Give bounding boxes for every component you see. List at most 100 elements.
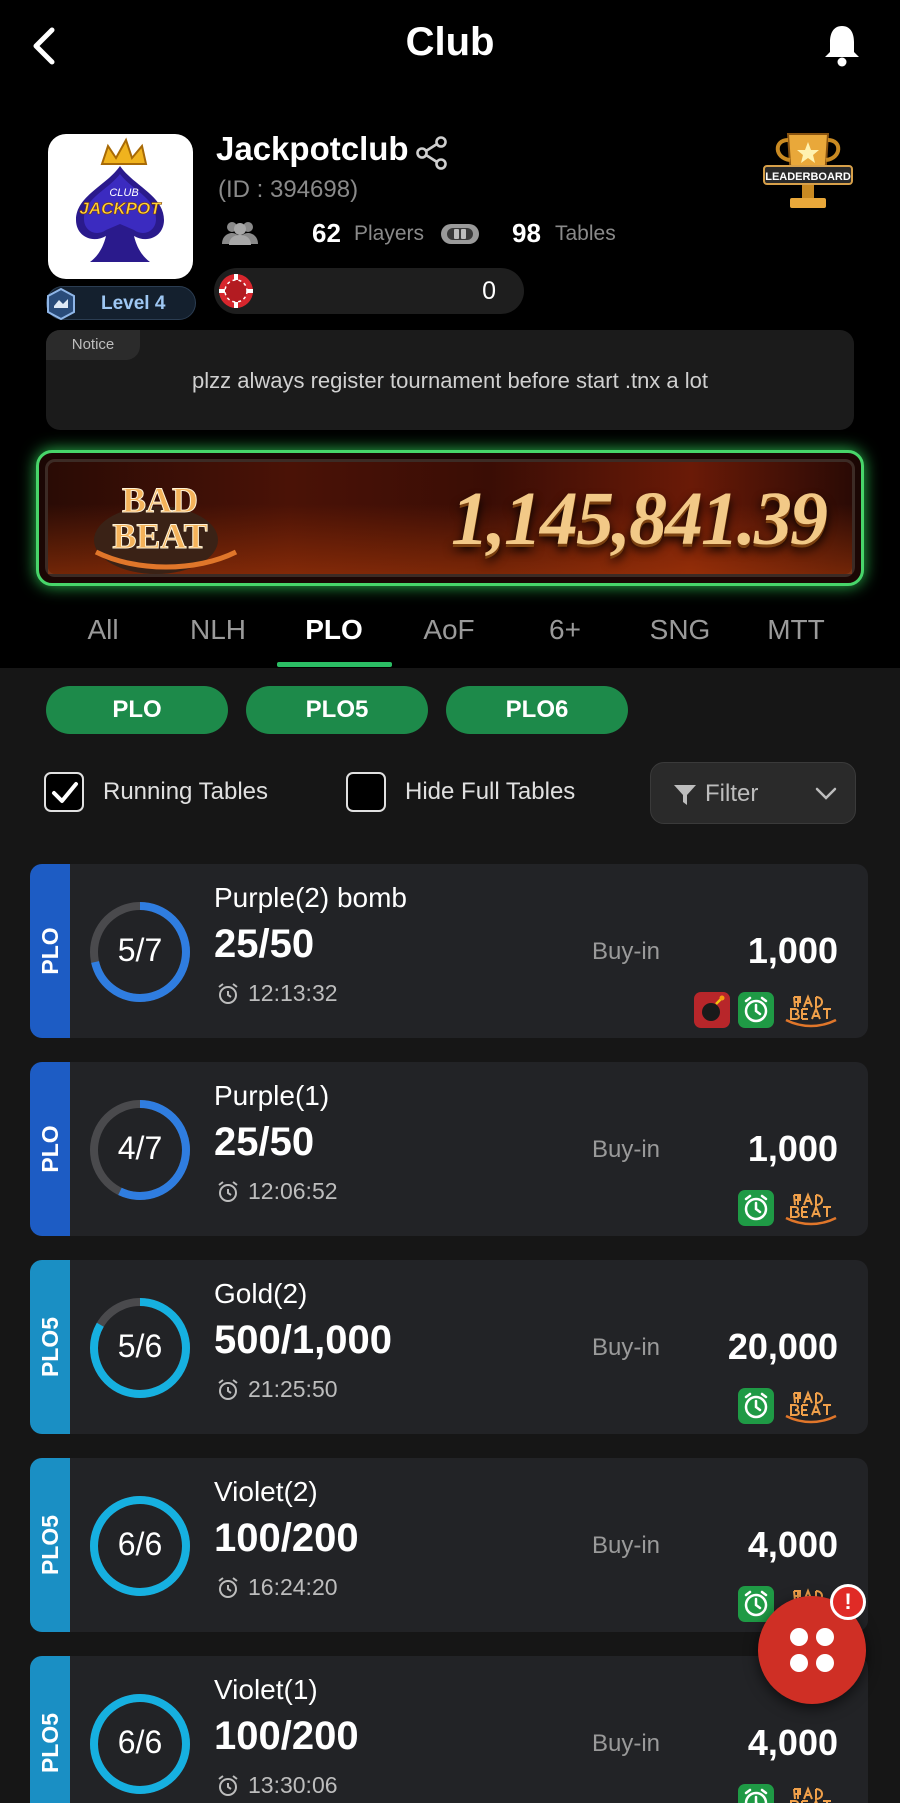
logo-text-top: CLUB [109, 187, 138, 199]
game-type-tabs: All NLH PLO AoF 6+ SNG MTT [0, 604, 900, 668]
subtab-plo[interactable]: PLO [46, 686, 228, 734]
tab-6plus[interactable]: 6+ [507, 614, 623, 646]
table-feature-badges [730, 1190, 840, 1228]
bad-beat-icon [790, 1786, 831, 1803]
level-badge: Level 4 [46, 286, 196, 320]
players-count: 62 [312, 218, 341, 248]
running-tables-label: Running Tables [103, 778, 269, 805]
chips-value: 0 [482, 277, 496, 305]
club-logo[interactable]: CLUB JACKPOT [48, 134, 193, 279]
page-title: Club [405, 20, 495, 64]
funnel-icon [674, 785, 696, 805]
table-blinds: 25/50 [214, 1120, 315, 1164]
bell-icon[interactable] [822, 22, 862, 68]
chips-balance[interactable]: 0 [214, 268, 524, 314]
club-stats: 62 Players 98 Tables [220, 216, 640, 256]
table-type-stripe: PLO [30, 864, 70, 1038]
buyin-value: 4,000 [747, 1524, 838, 1565]
chevron-down-icon [815, 787, 837, 800]
subtab-plo6[interactable]: PLO6 [446, 686, 628, 734]
fab-dot [816, 1628, 834, 1646]
alarm-clock-icon [218, 1577, 238, 1598]
buyin-label: Buy-in [592, 1730, 661, 1757]
bomb-icon [694, 992, 730, 1028]
players-icon [222, 222, 258, 245]
notice-box: Notice plzz always register tournament b… [46, 330, 854, 430]
table-feature-badges [730, 1388, 840, 1426]
jackpot-amount: 1,145,841.39 [451, 477, 828, 561]
table-card[interactable]: PLO 4/7 Purple(1) 25/50 12:06:52 Buy-in … [30, 1062, 868, 1236]
buyin-label: Buy-in [592, 1532, 661, 1559]
subtab-plo5[interactable]: PLO5 [246, 686, 428, 734]
timer-icon [738, 1190, 774, 1226]
buyin-value: 4,000 [747, 1722, 838, 1763]
timer-icon [738, 992, 774, 1028]
leaderboard-label: LEADERBOARD [765, 171, 851, 183]
club-header: CLUB JACKPOT Level 4 Jackpotclub (ID : 3… [0, 120, 900, 320]
leaderboard-trophy-icon[interactable]: LEADERBOARD [760, 128, 856, 220]
hide-full-tables-label: Hide Full Tables [405, 778, 576, 805]
fab-dot [790, 1628, 808, 1646]
table-time: 13:30:06 [248, 1772, 338, 1798]
table-card[interactable]: PLO 5/7 Purple(2) bomb 25/50 12:13:32 Bu… [30, 864, 868, 1038]
tab-nlh[interactable]: NLH [160, 614, 276, 646]
seat-count: 6/6 [117, 1724, 163, 1760]
timer-icon [738, 1388, 774, 1424]
filter-dropdown[interactable]: Filter [650, 762, 856, 824]
tables-count: 98 [512, 218, 541, 248]
table-type-stripe: PLO [30, 1062, 70, 1236]
tab-plo[interactable]: PLO [276, 614, 392, 646]
share-icon[interactable] [416, 136, 448, 170]
table-name: Purple(2) bomb [214, 882, 407, 913]
bad-beat-line2: BEAT [112, 516, 207, 556]
alarm-clock-icon [218, 983, 238, 1004]
fab-alert-badge: ! [830, 1584, 866, 1620]
table-type-label: PLO5 [37, 1514, 63, 1576]
table-type-stripe: PLO5 [30, 1656, 70, 1803]
table-name: Violet(2) [214, 1476, 318, 1507]
table-blinds: 100/200 [214, 1516, 359, 1560]
table-type-label: PLO [37, 927, 63, 975]
buyin-label: Buy-in [592, 1136, 661, 1163]
poker-chip-icon [219, 274, 253, 308]
notice-tag: Notice [46, 330, 140, 360]
buyin-label: Buy-in [592, 938, 661, 965]
alarm-clock-icon [218, 1775, 238, 1796]
tab-aof[interactable]: AoF [391, 614, 507, 646]
bad-beat-jackpot-banner[interactable]: BAD BEAT 1,145,841.39 [36, 450, 864, 586]
buyin-label: Buy-in [592, 1334, 661, 1361]
club-id: (ID : 394698) [218, 176, 359, 203]
players-label: Players [354, 222, 425, 245]
club-name: Jackpotclub [216, 130, 409, 167]
table-name: Purple(1) [214, 1080, 330, 1111]
level-text: Level 4 [101, 293, 166, 314]
table-name: Gold(2) [214, 1278, 308, 1309]
seat-count: 5/7 [117, 932, 163, 968]
bad-beat-banner-inner: BAD BEAT 1,145,841.39 [45, 459, 855, 577]
running-tables-checkbox[interactable] [44, 772, 84, 812]
bad-beat-logo-icon: BAD BEAT [94, 480, 238, 574]
tab-all[interactable]: All [45, 614, 161, 646]
table-feature-badges [686, 992, 840, 1030]
tab-sng[interactable]: SNG [622, 614, 738, 646]
table-blinds: 500/1,000 [214, 1318, 392, 1362]
bad-beat-icon [785, 1390, 837, 1424]
notice-message: plzz always register tournament before s… [191, 368, 708, 393]
logo-text-main: JACKPOT [79, 199, 162, 218]
seat-count: 6/6 [117, 1526, 163, 1562]
timer-icon [738, 1784, 774, 1803]
buyin-value: 20,000 [727, 1326, 838, 1367]
checkmark-icon [52, 782, 78, 803]
seat-count: 5/6 [117, 1328, 163, 1364]
table-card[interactable]: PLO5 6/6 Violet(2) 100/200 16:24:20 Buy-… [30, 1458, 868, 1632]
table-feature-badges [730, 1784, 840, 1803]
table-type-label: PLO5 [37, 1316, 63, 1378]
table-card[interactable]: PLO5 5/6 Gold(2) 500/1,000 21:25:50 Buy-… [30, 1260, 868, 1434]
fab-dot [816, 1654, 834, 1672]
table-card[interactable]: PLO5 6/6 Violet(1) 100/200 13:30:06 Buy-… [30, 1656, 868, 1803]
alarm-clock-icon [218, 1379, 238, 1400]
tables-icon [441, 224, 479, 244]
tab-mtt[interactable]: MTT [738, 614, 854, 646]
hide-full-tables-checkbox[interactable] [346, 772, 386, 812]
level-shield-icon [47, 288, 75, 320]
